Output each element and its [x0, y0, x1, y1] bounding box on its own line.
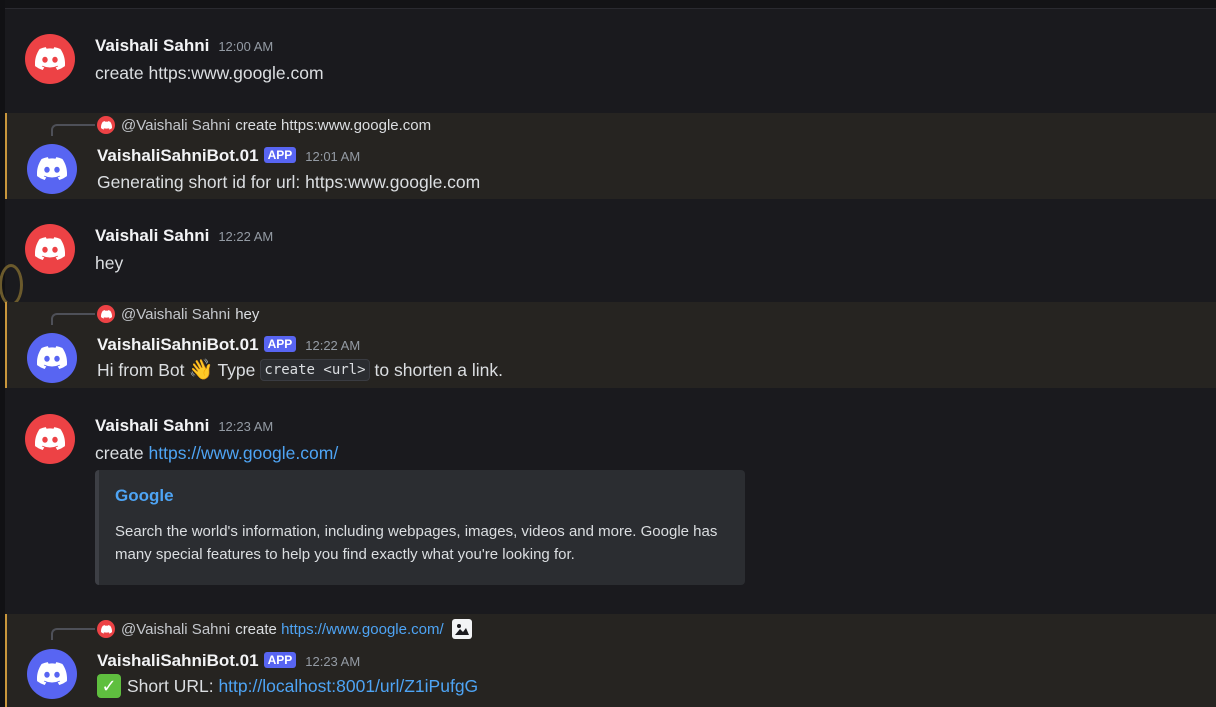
discord-logo-icon — [100, 309, 112, 319]
message-5[interactable]: Vaishali Sahni 12:23 AM create https://w… — [5, 389, 1216, 615]
reply-preview[interactable]: @Vaishali Sahni create https://www.googl… — [97, 619, 472, 639]
discord-logo-icon — [100, 624, 112, 634]
image-icon — [451, 619, 472, 639]
timestamp[interactable]: 12:23 AM — [218, 419, 273, 434]
message-text: Short URL: — [127, 675, 214, 696]
message-text: Hi from Bot — [97, 359, 185, 380]
message-header: VaishaliSahniBot.01 APP 12:23 AM — [97, 651, 360, 671]
message-content: create https://www.google.com/ — [95, 443, 338, 464]
timestamp[interactable]: 12:23 AM — [305, 654, 360, 669]
discord-logo-icon — [35, 237, 65, 260]
message-4[interactable]: @Vaishali Sahni hey VaishaliSahniBot.01 … — [5, 302, 1216, 388]
app-badge: APP — [263, 652, 297, 668]
reply-text: create — [235, 620, 277, 638]
username[interactable]: Vaishali Sahni — [95, 36, 209, 56]
message-header: VaishaliSahniBot.01 APP 12:22 AM — [97, 335, 360, 355]
message-header: Vaishali Sahni 12:00 AM — [95, 36, 273, 56]
reply-username[interactable]: @Vaishali Sahni — [121, 117, 230, 134]
waving-hand-icon: 👋 — [188, 359, 214, 381]
username[interactable]: VaishaliSahniBot.01 — [97, 651, 259, 671]
discord-logo-icon — [37, 157, 67, 180]
link-embed: Google Search the world's information, i… — [95, 470, 745, 585]
message-link[interactable]: https://www.google.com/ — [149, 443, 339, 464]
bot-avatar[interactable] — [27, 649, 77, 699]
user-avatar[interactable] — [25, 414, 75, 464]
reply-avatar — [97, 116, 115, 134]
reply-preview[interactable]: @Vaishali Sahni hey — [97, 305, 259, 323]
reply-connector — [51, 124, 95, 136]
user-avatar[interactable] — [25, 34, 75, 84]
message-text: Type — [217, 359, 256, 380]
message-1[interactable]: Vaishali Sahni 12:00 AM create https:www… — [5, 9, 1216, 111]
discord-logo-icon — [37, 662, 67, 685]
chat-messages: Vaishali Sahni 12:00 AM create https:www… — [0, 9, 1216, 707]
discord-logo-icon — [35, 427, 65, 450]
discord-logo-icon — [37, 346, 67, 369]
reply-preview[interactable]: @Vaishali Sahni create https:www.google.… — [97, 116, 431, 134]
discord-logo-icon — [35, 47, 65, 70]
message-text: create — [95, 443, 144, 463]
app-badge: APP — [263, 336, 297, 352]
message-content: Hi from Bot 👋 Type create <url> to short… — [97, 359, 503, 381]
message-6[interactable]: @Vaishali Sahni create https://www.googl… — [5, 614, 1216, 707]
reply-connector — [51, 313, 95, 325]
timestamp[interactable]: 12:00 AM — [218, 39, 273, 54]
reply-text: hey — [235, 305, 260, 323]
message-header: Vaishali Sahni 12:23 AM — [95, 416, 273, 436]
timestamp[interactable]: 12:22 AM — [305, 338, 360, 353]
short-url-link[interactable]: http://localhost:8001/url/Z1iPufgG — [218, 676, 478, 697]
inline-code: create <url> — [260, 359, 370, 381]
image-glyph — [454, 624, 469, 635]
message-content: hey — [95, 253, 124, 273]
bot-avatar[interactable] — [27, 144, 77, 194]
message-text: to shorten a link. — [374, 359, 503, 380]
username[interactable]: Vaishali Sahni — [95, 226, 209, 246]
message-content: ✓ Short URL: http://localhost:8001/url/Z… — [97, 674, 478, 698]
reply-link[interactable]: https://www.google.com/ — [281, 621, 444, 638]
top-border — [0, 0, 1216, 9]
reply-avatar — [97, 305, 115, 323]
username[interactable]: VaishaliSahniBot.01 — [97, 146, 259, 166]
reply-avatar — [97, 620, 115, 638]
reply-username[interactable]: @Vaishali Sahni — [121, 306, 230, 323]
username[interactable]: Vaishali Sahni — [95, 416, 209, 436]
user-avatar[interactable] — [25, 224, 75, 274]
message-content: Generating short id for url: https:www.g… — [97, 172, 481, 192]
message-content: create https:www.google.com — [95, 63, 324, 83]
message-3[interactable]: Vaishali Sahni 12:22 AM hey — [5, 199, 1216, 301]
message-header: Vaishali Sahni 12:22 AM — [95, 226, 273, 246]
timestamp[interactable]: 12:01 AM — [305, 149, 360, 164]
reply-connector — [51, 628, 95, 640]
embed-title[interactable]: Google — [115, 486, 174, 506]
bot-avatar[interactable] — [27, 333, 77, 383]
message-header: VaishaliSahniBot.01 APP 12:01 AM — [97, 146, 360, 166]
app-badge: APP — [263, 147, 297, 163]
check-mark-icon: ✓ — [97, 674, 121, 698]
embed-description: Search the world's information, includin… — [115, 523, 718, 563]
timestamp[interactable]: 12:22 AM — [218, 229, 273, 244]
discord-logo-icon — [100, 120, 112, 130]
message-2[interactable]: @Vaishali Sahni create https:www.google.… — [5, 113, 1216, 199]
username[interactable]: VaishaliSahniBot.01 — [97, 335, 259, 355]
reply-text: create https:www.google.com — [235, 116, 432, 134]
reply-username[interactable]: @Vaishali Sahni — [121, 621, 230, 638]
